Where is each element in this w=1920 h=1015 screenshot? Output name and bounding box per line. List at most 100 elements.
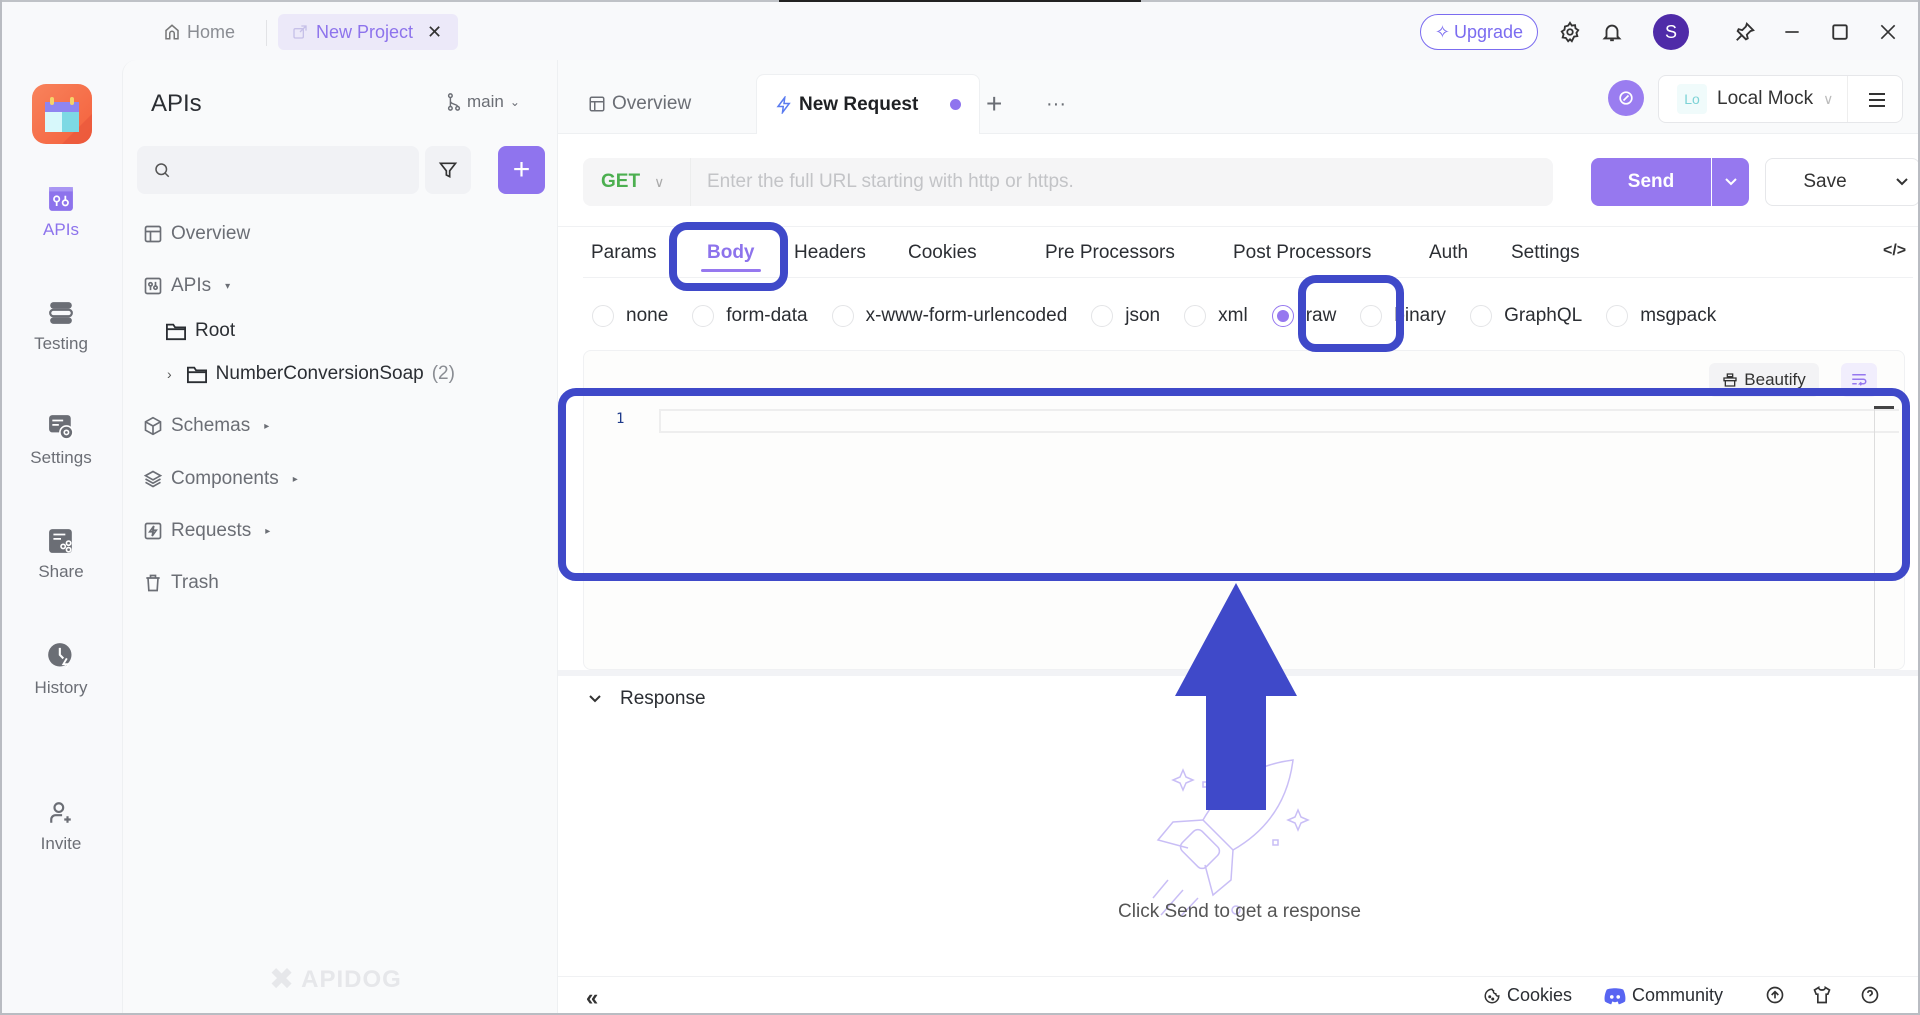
title-bar: Home New Project ✕ ✧ Upgrade S — [0, 0, 1920, 60]
save-button[interactable]: Save — [1765, 158, 1885, 206]
sync-button[interactable] — [1608, 80, 1644, 116]
sidebar-search[interactable] — [137, 146, 419, 194]
footer-cookies[interactable]: Cookies — [1483, 985, 1572, 1006]
tab-settings[interactable]: Settings — [1511, 228, 1580, 278]
editor-current-line[interactable] — [659, 409, 1899, 433]
tree-item-trash[interactable]: Trash — [143, 572, 219, 594]
url-input[interactable] — [691, 158, 1553, 206]
external-link-icon — [293, 25, 307, 39]
tree-item-numberconversionsoap[interactable]: › NumberConversionSoap (2) — [167, 363, 455, 385]
word-wrap-button[interactable] — [1841, 363, 1877, 397]
radio-msgpack[interactable]: msgpack — [1606, 305, 1716, 327]
search-input[interactable] — [181, 161, 401, 179]
tree-item-root[interactable]: Root — [165, 320, 235, 342]
menu-icon[interactable] — [1859, 86, 1895, 114]
chevron-down-icon — [1895, 178, 1908, 186]
radio-circle-selected[interactable] — [1271, 305, 1294, 327]
gear-icon[interactable] — [1556, 18, 1584, 46]
tree-item-components[interactable]: Components ▸ — [143, 468, 298, 490]
radio-x-www-form-urlencoded[interactable]: x-www-form-urlencoded — [831, 305, 1067, 327]
code-icon[interactable]: </> — [1883, 242, 1906, 260]
response-header[interactable]: Response — [588, 688, 706, 710]
radio-circle[interactable] — [831, 305, 854, 327]
radio-form-data[interactable]: form-data — [692, 305, 808, 327]
caret-right-icon: ▸ — [292, 473, 298, 485]
tab-headers[interactable]: Headers — [794, 228, 866, 278]
rail-item-history[interactable]: History — [0, 642, 122, 698]
status-bar: « Cookies Community — [558, 976, 1920, 1015]
tree-item-apis[interactable]: APIs ▾ — [143, 275, 230, 297]
radio-graphql[interactable]: GraphQL — [1470, 305, 1582, 327]
project-tab[interactable]: New Project ✕ — [278, 14, 458, 50]
share-icon — [49, 529, 72, 553]
radio-xml[interactable]: xml — [1184, 305, 1248, 327]
radio-circle[interactable] — [692, 305, 715, 327]
tab-pre-processors[interactable]: Pre Processors — [1045, 228, 1175, 278]
tab-body[interactable]: Body — [701, 228, 760, 278]
tree-item-overview[interactable]: Overview — [143, 223, 250, 245]
radio-circle[interactable] — [1360, 305, 1383, 327]
close-tab-icon[interactable]: ✕ — [427, 22, 442, 43]
branch-selector[interactable]: main ⌄ — [447, 92, 520, 112]
rail-item-settings[interactable]: Settings — [0, 414, 122, 468]
upgrade-button[interactable]: ✧ Upgrade — [1420, 14, 1538, 50]
divider — [558, 226, 1920, 227]
tree-item-requests[interactable]: Requests ▸ — [143, 520, 270, 542]
tab-cookies[interactable]: Cookies — [908, 228, 977, 278]
minimize-icon[interactable] — [1778, 18, 1806, 46]
add-button[interactable]: + — [498, 146, 545, 194]
bell-icon[interactable] — [1598, 18, 1626, 46]
radio-circle[interactable] — [1470, 305, 1493, 327]
new-tab-button[interactable]: + — [986, 74, 1002, 134]
body-type-radio-group: none form-data x-www-form-urlencoded jso… — [592, 294, 1740, 338]
shirt-icon[interactable] — [1812, 985, 1832, 1005]
filter-button[interactable] — [425, 146, 471, 194]
project-logo[interactable] — [32, 84, 92, 144]
footer-community[interactable]: Community — [1604, 985, 1723, 1006]
save-dropdown-button[interactable] — [1884, 158, 1920, 206]
method-select[interactable]: GET ∨ — [583, 158, 691, 206]
tab-params[interactable]: Params — [591, 228, 656, 278]
maximize-icon[interactable] — [1826, 18, 1854, 46]
upgrade-label: Upgrade — [1454, 21, 1524, 42]
radio-circle[interactable] — [592, 305, 614, 327]
tree-item-schemas[interactable]: Schemas ▸ — [143, 415, 269, 437]
radio-json[interactable]: json — [1091, 305, 1160, 327]
tab-overview[interactable]: Overview — [588, 74, 691, 134]
radio-circle[interactable] — [1606, 305, 1629, 327]
tab-post-processors[interactable]: Post Processors — [1233, 228, 1371, 278]
url-field[interactable] — [691, 158, 1553, 206]
branch-name: main — [467, 92, 504, 111]
tab-new-request[interactable]: New Request — [756, 74, 981, 134]
chevron-right-icon[interactable]: › — [167, 366, 172, 382]
testing-icon — [49, 302, 73, 324]
watermark-text: APIDOG — [301, 965, 402, 993]
close-window-icon[interactable] — [1874, 18, 1902, 46]
send-button[interactable]: Send — [1591, 158, 1711, 206]
apidog-watermark: ✖ APIDOG — [269, 962, 402, 997]
send-dropdown-button[interactable] — [1712, 158, 1749, 206]
help-icon[interactable] — [1860, 985, 1880, 1005]
tab-auth[interactable]: Auth — [1429, 228, 1468, 278]
rail-item-invite[interactable]: Invite — [0, 800, 122, 854]
pin-icon[interactable] — [1731, 18, 1759, 46]
radio-circle[interactable] — [1091, 305, 1114, 327]
rail-item-testing[interactable]: Testing — [0, 300, 122, 354]
environment-selector[interactable]: Lo Local Mock ∨ — [1658, 75, 1903, 123]
collapse-sidebar-icon[interactable]: « — [586, 985, 598, 1011]
rail-item-apis[interactable]: APIs — [0, 186, 122, 240]
rail-item-share[interactable]: Share — [0, 528, 122, 582]
more-tabs-button[interactable]: ··· — [1046, 74, 1066, 134]
editor-scroll-thumb[interactable] — [1874, 406, 1894, 409]
branch-icon — [447, 93, 461, 111]
upload-icon[interactable] — [1765, 985, 1785, 1005]
radio-circle[interactable] — [1184, 305, 1207, 327]
avatar[interactable]: S — [1653, 14, 1689, 50]
radio-none[interactable]: none — [592, 305, 668, 327]
radio-binary[interactable]: binary — [1360, 305, 1446, 327]
radio-raw[interactable]: raw — [1271, 305, 1336, 327]
filter-icon — [438, 162, 458, 179]
editor-scrollbar[interactable] — [1874, 406, 1875, 668]
beautify-button[interactable]: Beautify — [1709, 363, 1819, 397]
home-tab[interactable]: Home — [163, 18, 235, 46]
